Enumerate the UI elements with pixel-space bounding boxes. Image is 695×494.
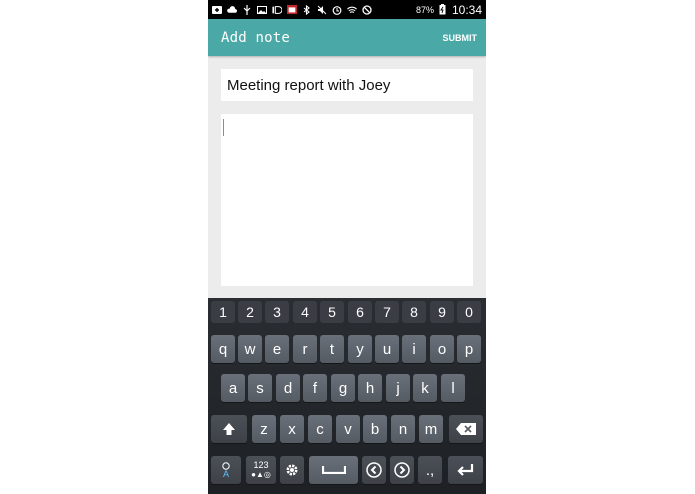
enter-key[interactable] [448,456,483,484]
alarm-icon [332,5,342,15]
key-t[interactable]: t [320,335,344,363]
backspace-icon [456,423,476,435]
shift-key[interactable] [211,415,247,443]
clock: 10:34 [451,2,482,17]
key-v[interactable]: v [336,415,360,443]
key-d[interactable]: d [276,374,300,402]
keyboard: 1 2 3 4 5 6 7 8 9 0 q w e r t y u i o p … [208,298,486,494]
language-label: A [222,468,229,479]
note-body-input[interactable] [221,114,473,286]
wifi-icon [347,5,357,15]
language-key[interactable]: A [211,456,241,484]
key-0[interactable]: 0 [457,301,481,323]
key-7[interactable]: 7 [375,301,399,323]
key-i[interactable]: i [402,335,426,363]
key-1[interactable]: 1 [211,301,235,323]
key-b[interactable]: b [363,415,387,443]
key-2[interactable]: 2 [238,301,262,323]
calendar-icon [287,4,297,15]
block-icon [362,4,372,15]
key-z[interactable]: z [252,415,276,443]
key-5[interactable]: 5 [320,301,344,323]
note-title-input[interactable]: Meeting report with Joey [221,69,473,101]
status-right: 87% 10:34 [416,3,482,17]
punctuation-key[interactable]: ., [418,456,442,484]
key-4[interactable]: 4 [293,301,317,323]
gear-icon [286,464,298,476]
key-8[interactable]: 8 [402,301,426,323]
key-n[interactable]: n [391,415,415,443]
key-y[interactable]: y [348,335,372,363]
key-k[interactable]: k [413,374,437,402]
arrow-left-icon [366,462,382,478]
key-q[interactable]: q [211,335,235,363]
symbols-key[interactable]: 123 ●▲◎ [246,456,276,484]
key-a[interactable]: a [221,374,245,402]
key-3[interactable]: 3 [265,301,289,323]
key-6[interactable]: 6 [348,301,372,323]
text-cursor [223,119,224,136]
arrow-right-icon [394,462,410,478]
key-9[interactable]: 9 [430,301,454,323]
key-j[interactable]: j [386,374,410,402]
id-icon [272,5,282,15]
bluetooth-icon [302,4,312,15]
image-icon [257,5,267,15]
key-o[interactable]: o [430,335,454,363]
key-l[interactable]: l [441,374,465,402]
cloud-icon [227,5,237,15]
mute-icon [317,5,327,15]
shift-icon [223,423,235,435]
key-p[interactable]: p [457,335,481,363]
symbols-label-top: 123 [253,460,269,470]
status-icons-left [212,4,372,15]
symbols-label-bottom: ●▲◎ [251,470,271,479]
backspace-key[interactable] [449,415,483,443]
key-s[interactable]: s [248,374,272,402]
submit-button[interactable]: SUBMIT [443,33,478,43]
space-icon [321,466,346,474]
key-x[interactable]: x [280,415,304,443]
key-f[interactable]: f [303,374,327,402]
space-key[interactable] [309,456,358,484]
usb-icon [242,4,252,15]
key-g[interactable]: g [331,374,355,402]
key-c[interactable]: c [308,415,332,443]
key-h[interactable]: h [358,374,382,402]
cursor-left-key[interactable] [362,456,386,484]
key-r[interactable]: r [293,335,317,363]
key-u[interactable]: u [375,335,399,363]
battery-percent: 87% [415,4,434,15]
cursor-right-key[interactable] [390,456,414,484]
battery-icon [438,4,448,15]
key-w[interactable]: w [238,335,262,363]
phone-screen: 87% 10:34 Add note SUBMIT Meeting report… [208,0,486,494]
add-icon [212,5,222,15]
action-bar: Add note SUBMIT [208,19,486,56]
status-bar: 87% 10:34 [208,0,486,19]
page-title: Add note [221,29,291,46]
key-m[interactable]: m [419,415,443,443]
settings-key[interactable] [280,456,304,484]
enter-icon [456,464,473,476]
key-e[interactable]: e [265,335,289,363]
